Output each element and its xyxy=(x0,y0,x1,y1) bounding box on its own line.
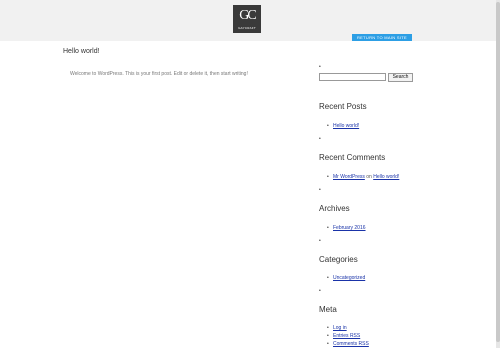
list-item: Log in xyxy=(319,324,369,332)
comment-on-text: on xyxy=(366,174,372,180)
logo-text: GAYCRAFT xyxy=(238,26,256,30)
list-item: Comments RSS xyxy=(319,340,369,348)
meta-comments-rss-link[interactable]: Comments RSS xyxy=(333,341,369,347)
categories-title: Categories xyxy=(319,255,358,264)
archive-link[interactable]: February 2016 xyxy=(333,225,366,231)
list-bullet: • xyxy=(319,187,321,193)
list-item: Mr WordPress on Hello world! xyxy=(319,173,399,181)
archives-title: Archives xyxy=(319,204,350,213)
list-bullet: • xyxy=(319,288,321,294)
return-to-main-site-button[interactable]: RETURN TO MAIN SITE xyxy=(352,34,412,41)
list-item: February 2016 xyxy=(319,224,366,232)
site-header: GC GAYCRAFT RETURN TO MAIN SITE xyxy=(0,0,496,41)
search-button[interactable]: Search xyxy=(388,73,413,82)
list-item: Entries RSS xyxy=(319,332,369,340)
recent-posts-list: Hello world! xyxy=(319,122,359,130)
scrollbar-thumb[interactable] xyxy=(496,2,500,342)
category-link[interactable]: Uncategorized xyxy=(333,275,365,281)
meta-login-link[interactable]: Log in xyxy=(333,325,347,331)
comment-author-link[interactable]: Mr WordPress xyxy=(333,174,365,180)
meta-list: Log in Entries RSS Comments RSS xyxy=(319,324,369,348)
categories-list: Uncategorized xyxy=(319,274,365,282)
post-title[interactable]: Hello world! xyxy=(63,48,100,55)
recent-posts-title: Recent Posts xyxy=(319,102,367,111)
list-bullet: • xyxy=(319,238,321,244)
list-bullet: • xyxy=(319,64,321,70)
list-item: Hello world! xyxy=(319,122,359,130)
page-scrollbar[interactable] xyxy=(496,0,500,348)
search-input[interactable] xyxy=(319,73,386,81)
recent-post-link[interactable]: Hello world! xyxy=(333,123,359,129)
recent-comments-list: Mr WordPress on Hello world! xyxy=(319,173,399,181)
list-item: Uncategorized xyxy=(319,274,365,282)
archives-list: February 2016 xyxy=(319,224,366,232)
comment-post-link[interactable]: Hello world! xyxy=(373,174,399,180)
site-logo[interactable]: GC GAYCRAFT xyxy=(233,5,261,33)
post-body: Welcome to WordPress. This is your first… xyxy=(70,71,248,77)
list-bullet: • xyxy=(319,136,321,142)
meta-title: Meta xyxy=(319,305,337,314)
logo-mark: GC xyxy=(239,8,256,23)
recent-comments-title: Recent Comments xyxy=(319,153,386,162)
meta-entries-rss-link[interactable]: Entries RSS xyxy=(333,333,360,339)
